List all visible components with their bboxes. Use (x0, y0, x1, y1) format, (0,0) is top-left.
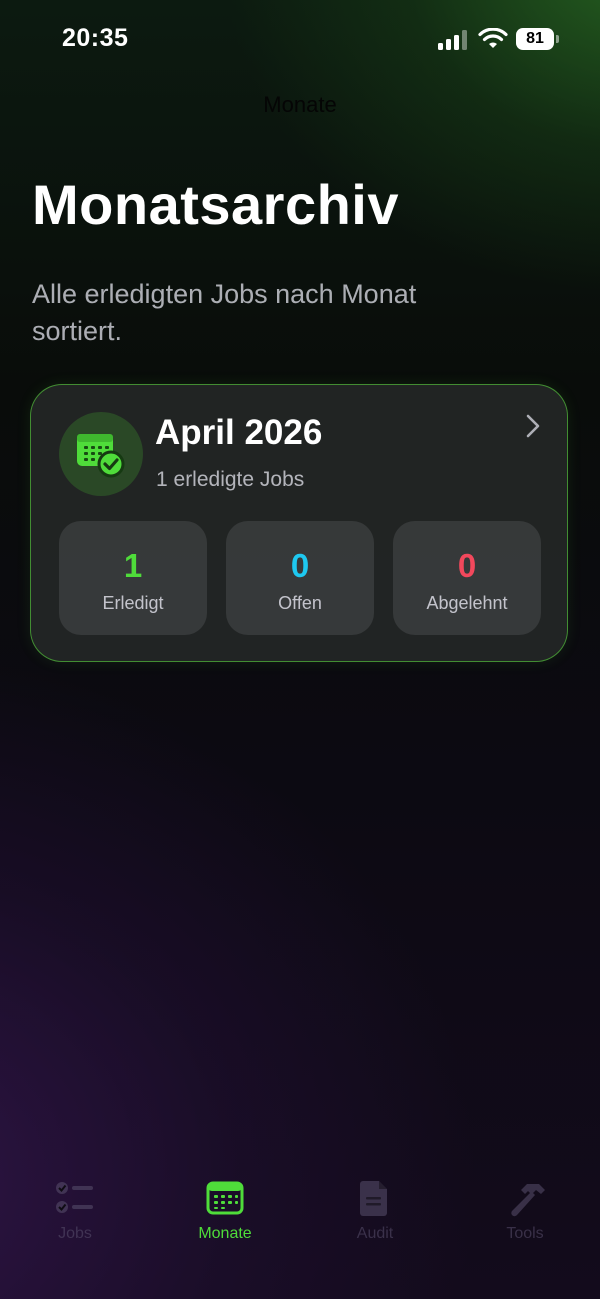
page-subtitle: Alle erledigten Jobs nach Monat sortiert… (32, 279, 417, 346)
stat-value: 1 (123, 547, 143, 584)
stat-abgelehnt: 0 Abgelehnt (393, 521, 541, 635)
stat-label: Abgelehnt (426, 593, 508, 613)
tab-audit[interactable]: Audit (300, 1170, 450, 1260)
wifi-icon (478, 28, 508, 48)
tab-monate[interactable]: Monate (150, 1170, 300, 1260)
stat-value: 0 (457, 547, 477, 584)
tab-label: Jobs (58, 1225, 92, 1242)
document-icon (360, 1181, 387, 1216)
stat-offen: 0 Offen (226, 521, 374, 635)
hammer-icon (511, 1184, 545, 1217)
chevron-right-icon (526, 414, 540, 438)
tab-label: Monate (198, 1225, 252, 1242)
stat-value: 0 (290, 547, 310, 584)
stat-label: Erledigt (102, 593, 164, 613)
tab-label: Audit (356, 1225, 394, 1242)
status-bar: 20:35 81 (0, 0, 600, 80)
battery-level: 81 (526, 30, 544, 47)
tab-label: Tools (506, 1225, 544, 1242)
status-time: 20:35 (62, 24, 129, 52)
nav-title: Monate (263, 92, 337, 117)
checklist-icon (56, 1182, 93, 1213)
stat-erledigt: 1 Erledigt (59, 521, 207, 635)
month-subtitle: 1 erledigte Jobs (156, 468, 305, 491)
calendar-check-icon (59, 412, 143, 496)
stat-label: Offen (278, 593, 322, 613)
month-card-april-2026[interactable]: April 2026 1 erledigte Jobs 1 Erledigt 0… (30, 384, 568, 662)
tab-bar: Jobs Monate Audit Tools (0, 1170, 600, 1270)
calendar-icon (206, 1181, 244, 1215)
page-title: Monatsarchiv (32, 173, 399, 236)
tab-tools[interactable]: Tools (450, 1170, 600, 1260)
tab-jobs[interactable]: Jobs (0, 1170, 150, 1260)
month-title: April 2026 (155, 413, 323, 452)
battery-icon: 81 (516, 28, 560, 52)
cellular-signal-icon (438, 30, 467, 50)
